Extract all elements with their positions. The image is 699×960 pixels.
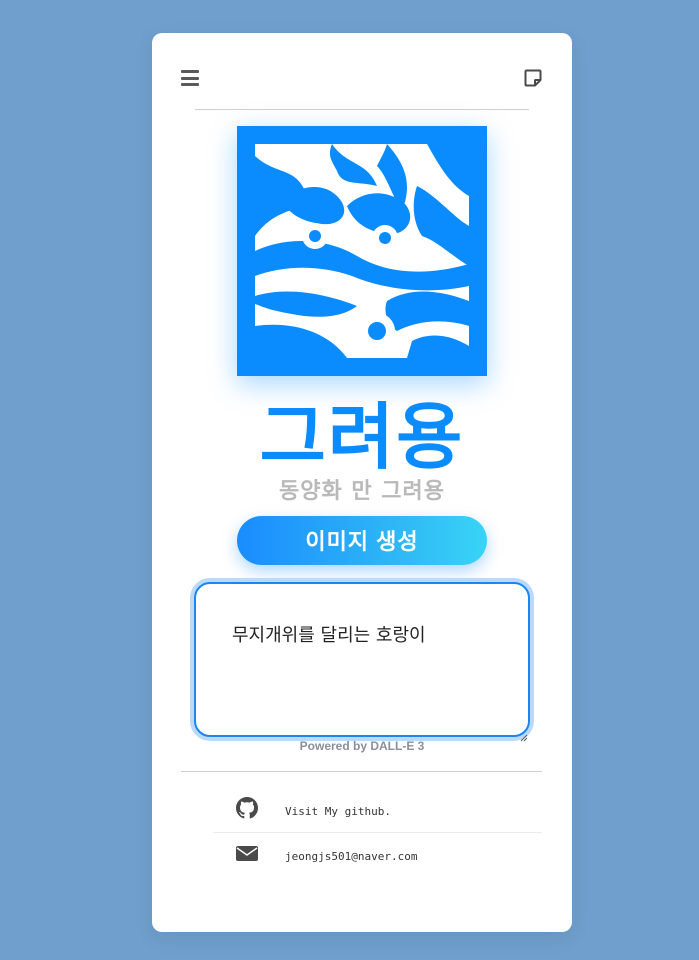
envelope-icon [236, 844, 258, 866]
app-title: 그려용 [259, 395, 465, 479]
top-divider [195, 109, 529, 110]
sticky-note-icon[interactable] [524, 69, 542, 87]
generate-image-button[interactable]: 이미지 생성 [237, 516, 487, 565]
dragon-logo-icon [237, 126, 487, 376]
email-link-label[interactable]: jeongjs501@naver.com [285, 850, 417, 863]
github-icon [236, 797, 258, 823]
main-card: 그려용 동양화 만 그려용 이미지 생성 무지개위를 달리는 호랑이 Power… [152, 33, 572, 932]
top-bar [152, 33, 572, 109]
resize-handle-icon[interactable] [520, 727, 528, 742]
powered-by-text: Powered by DALL-E 3 [299, 739, 425, 753]
app-subtitle: 동양화 만 그려용 [279, 479, 445, 504]
github-link-label[interactable]: Visit My github. [285, 805, 391, 818]
prompt-input[interactable]: 무지개위를 달리는 호랑이 [194, 582, 530, 737]
bottom-divider [181, 771, 542, 772]
email-link[interactable]: jeongjs501@naver.com [213, 833, 542, 879]
github-link[interactable]: Visit My github. [213, 786, 542, 833]
hamburger-menu-icon[interactable] [181, 70, 199, 86]
